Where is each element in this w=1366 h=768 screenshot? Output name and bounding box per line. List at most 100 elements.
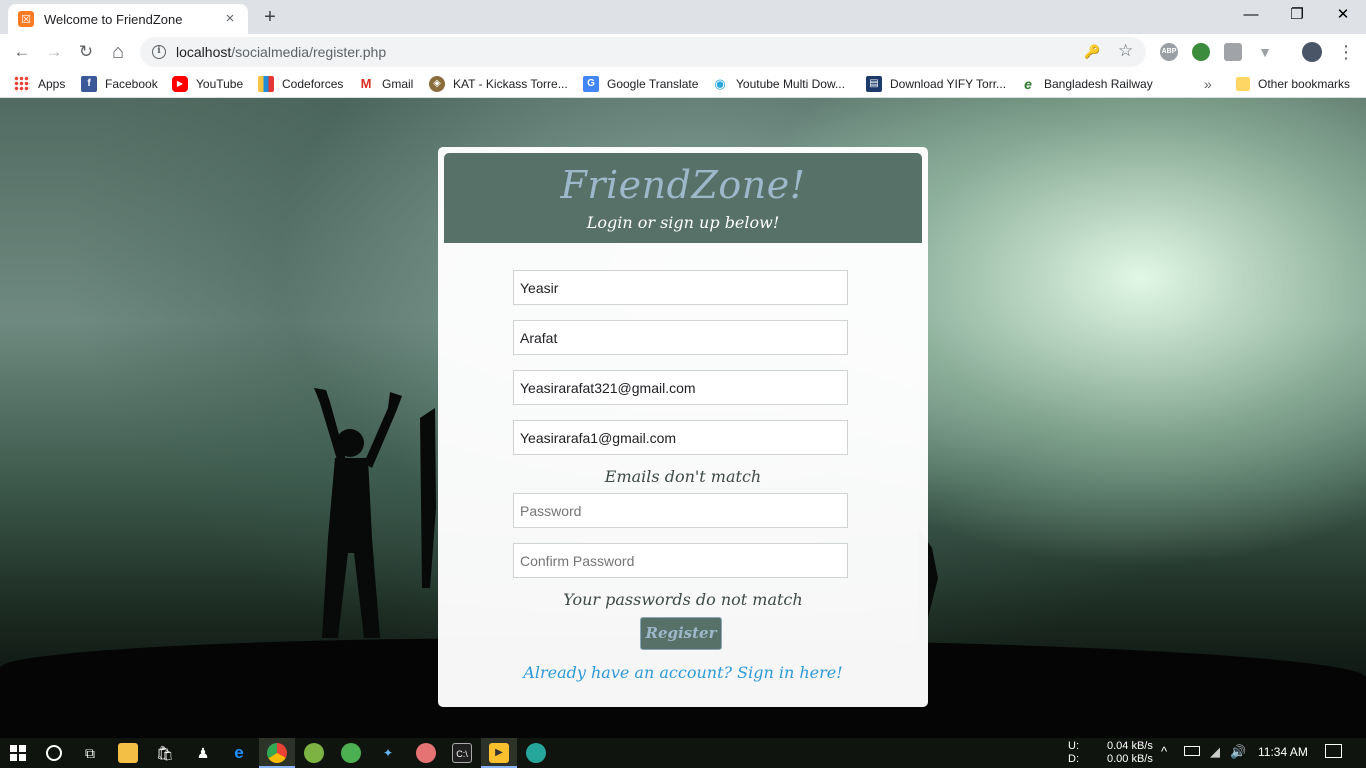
utorrent-icon[interactable]	[304, 743, 324, 763]
bookmark-codeforces[interactable]: Codeforces	[258, 75, 343, 93]
net-upload-label: U:	[1068, 740, 1079, 752]
media-player-icon[interactable]: ▶	[489, 743, 509, 763]
windows-taskbar: ⧉ 🛍 ♟ e ✦ C:\ ▶ U: D: 0.04 kB/s 0.00 kB/…	[0, 738, 1366, 768]
bookmarks-bar: Apps f Facebook ▶ YouTube Codeforces M G…	[0, 70, 1366, 98]
profile-avatar[interactable]	[1302, 42, 1322, 62]
browser-tab[interactable]: ☒ Welcome to FriendZone ×	[8, 4, 248, 34]
edge-browser-icon[interactable]: e	[229, 743, 249, 763]
home-button[interactable]: ⌂	[104, 38, 132, 66]
bookmark-label: Google Translate	[607, 77, 699, 91]
globe-app-icon[interactable]	[526, 743, 546, 763]
browser-toolbar: ← → ↻ ⌂ i localhost/socialmedia/register…	[0, 34, 1366, 70]
tray-chevron-up-icon[interactable]: ^	[1161, 744, 1167, 759]
bookmark-label: Download YIFY Torr...	[890, 77, 1007, 91]
gmail-icon: M	[358, 76, 374, 92]
wifi-icon[interactable]: ◢	[1210, 744, 1220, 760]
bookmarks-overflow-chevron-icon[interactable]: »	[1204, 75, 1212, 93]
site-info-icon[interactable]: i	[152, 45, 166, 59]
railway-e-icon: e	[1020, 76, 1036, 92]
forward-button[interactable]: →	[40, 38, 68, 66]
paint-app-icon[interactable]	[416, 743, 436, 763]
page-viewport: FriendZone! Login or sign up below! Emai…	[0, 98, 1366, 738]
folder-icon	[1236, 77, 1250, 91]
bookmark-label: Gmail	[382, 77, 414, 91]
password-mismatch-error: Your passwords do not match	[563, 590, 803, 609]
bookmark-label: Facebook	[105, 77, 158, 91]
bookmark-youtube-multi-download[interactable]: ◉ Youtube Multi Dow...	[712, 75, 845, 93]
globe-extension-icon[interactable]	[1192, 43, 1210, 61]
back-button[interactable]: ←	[8, 38, 36, 66]
google-translate-icon: G	[583, 76, 599, 92]
bookmark-google-translate[interactable]: G Google Translate	[583, 75, 698, 93]
confirm-password-input[interactable]	[513, 543, 848, 578]
bookmark-other-folder[interactable]: Other bookmarks	[1236, 75, 1350, 93]
address-bar[interactable]: i localhost/socialmedia/register.php 🔑 ☆	[140, 37, 1146, 67]
new-tab-button[interactable]: +	[256, 5, 284, 29]
command-prompt-icon[interactable]: C:\	[452, 743, 472, 763]
cortana-search-icon[interactable]	[44, 743, 64, 763]
bookmark-star-icon[interactable]: ☆	[1118, 41, 1133, 61]
bookmark-label: Codeforces	[282, 77, 344, 91]
film-strip-icon: ▤	[866, 76, 882, 92]
maximize-button[interactable]: ❐	[1274, 0, 1320, 32]
register-button[interactable]: Register	[640, 617, 722, 650]
chrome-icon[interactable]	[267, 743, 287, 763]
confirm-email-input[interactable]	[513, 420, 848, 455]
facebook-icon: f	[81, 76, 97, 92]
tab-close-icon[interactable]: ×	[222, 11, 238, 27]
task-view-icon[interactable]: ⧉	[80, 743, 100, 763]
v-extension-icon[interactable]: ▼	[1256, 43, 1274, 61]
figure-app-icon[interactable]: ♟	[193, 743, 213, 763]
bookmark-label: Apps	[38, 77, 66, 91]
bookmark-gmail[interactable]: M Gmail	[358, 75, 413, 93]
panel-subtitle: Login or sign up below!	[586, 213, 780, 232]
windows-start-icon[interactable]	[8, 743, 28, 763]
bookmark-bangladesh-railway[interactable]: e Bangladesh Railway	[1020, 75, 1153, 93]
upload-speed: 0.04 kB/s	[1107, 740, 1153, 752]
adblock-plus-icon[interactable]: ABP	[1160, 43, 1178, 61]
bookmark-label: Bangladesh Railway	[1044, 77, 1153, 91]
password-input[interactable]	[513, 493, 848, 528]
sign-in-link[interactable]: Already have an account? Sign in here!	[438, 663, 928, 682]
picture-extension-icon[interactable]	[1224, 43, 1242, 61]
bookmark-apps[interactable]: Apps	[14, 75, 65, 93]
bookmark-youtube[interactable]: ▶ YouTube	[172, 75, 243, 93]
chrome-menu-icon[interactable]: ⋮	[1332, 38, 1360, 66]
store-icon[interactable]: 🛍	[155, 743, 175, 763]
download-speed: 0.00 kB/s	[1107, 753, 1153, 765]
action-center-icon[interactable]	[1325, 744, 1342, 758]
saved-password-key-icon[interactable]: 🔑	[1084, 44, 1100, 60]
last-name-input[interactable]	[513, 320, 848, 355]
bookmark-yify[interactable]: ▤ Download YIFY Torr...	[866, 75, 1006, 93]
site-logo-title: FriendZone!	[560, 163, 806, 207]
minimize-button[interactable]: —	[1228, 0, 1274, 32]
url-path: /socialmedia/register.php	[231, 44, 387, 60]
email-input[interactable]	[513, 370, 848, 405]
close-window-button[interactable]: ✕	[1320, 0, 1366, 32]
kat-shield-icon: ◈	[429, 76, 445, 92]
email-mismatch-error: Emails don't match	[604, 467, 762, 486]
net-download-label: D:	[1068, 753, 1079, 765]
clock-time[interactable]: 11:34 AM	[1258, 745, 1308, 759]
download-circle-icon: ◉	[712, 76, 728, 92]
tab-title: Welcome to FriendZone	[44, 11, 183, 27]
browser-title-bar: ☒ Welcome to FriendZone × + — ❐ ✕	[0, 0, 1366, 34]
green-app-icon[interactable]	[341, 743, 361, 763]
url-host: localhost	[176, 44, 232, 60]
reload-button[interactable]: ↻	[72, 38, 100, 66]
visual-studio-icon[interactable]: ✦	[378, 743, 398, 763]
xampp-favicon-icon: ☒	[18, 11, 34, 27]
codeforces-icon	[258, 76, 274, 92]
volume-icon[interactable]: 🔊	[1230, 744, 1246, 760]
panel-header: FriendZone! Login or sign up below!	[444, 153, 922, 243]
bookmark-label: Other bookmarks	[1258, 77, 1351, 91]
register-panel: FriendZone! Login or sign up below! Emai…	[438, 147, 928, 707]
bookmark-facebook[interactable]: f Facebook	[81, 75, 158, 93]
file-explorer-icon[interactable]	[118, 743, 138, 763]
jumping-person-silhouette	[314, 388, 436, 638]
bookmark-kat[interactable]: ◈ KAT - Kickass Torre...	[429, 75, 568, 93]
bookmark-label: YouTube	[196, 77, 244, 91]
battery-icon[interactable]	[1184, 746, 1200, 756]
bookmark-label: Youtube Multi Dow...	[736, 77, 845, 91]
first-name-input[interactable]	[513, 270, 848, 305]
